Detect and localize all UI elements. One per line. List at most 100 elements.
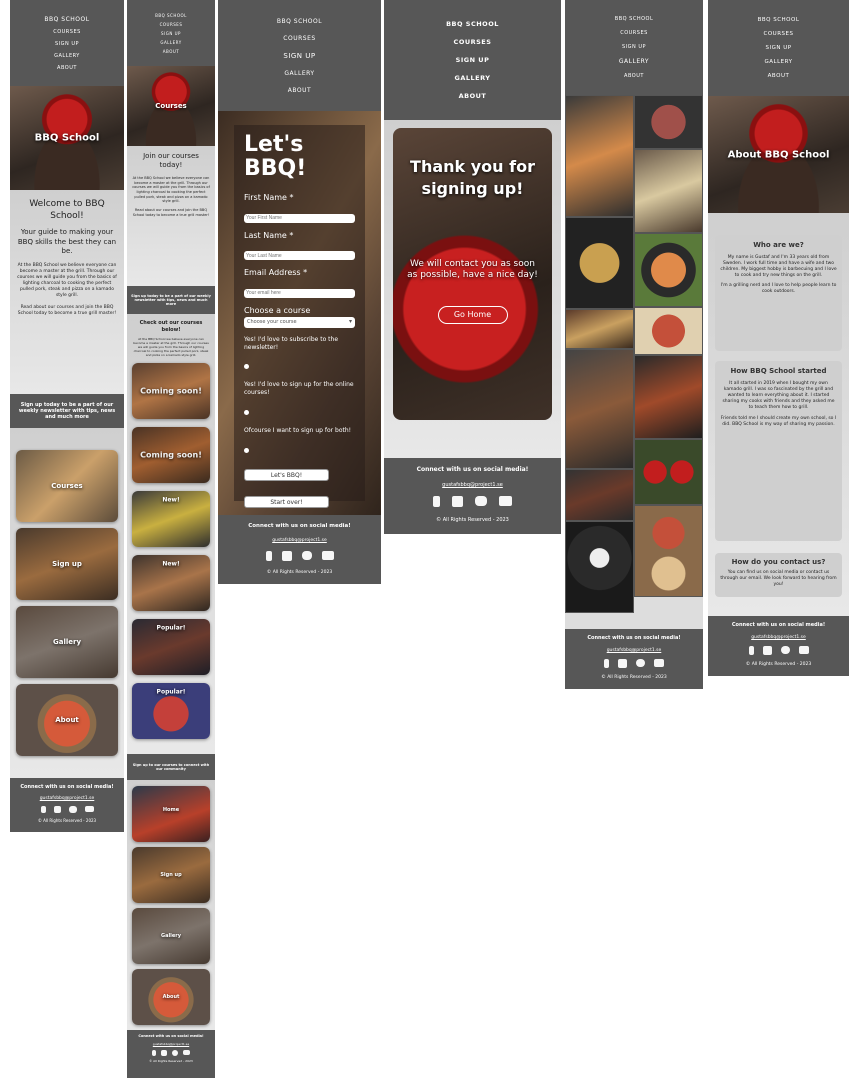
footer-email[interactable]: gustafsbbq@project1.se [10,796,124,801]
facebook-icon[interactable] [265,551,272,561]
newsletter-radio[interactable] [244,364,249,370]
nav-gallery[interactable]: GALLERY [54,53,80,59]
nav-gallery[interactable]: GALLERY [284,70,314,77]
gallery-photo[interactable] [565,521,634,613]
youtube-icon[interactable] [183,1050,190,1055]
facebook-icon[interactable] [604,659,609,668]
nav-about[interactable]: ABOUT [624,73,644,79]
gallery-photo[interactable] [565,95,634,217]
gallery-photo[interactable] [634,149,703,233]
course-tile-3[interactable]: New! [132,490,210,547]
youtube-icon[interactable] [798,646,809,654]
instagram-icon[interactable] [281,551,292,561]
gallery-photo[interactable] [565,469,634,521]
nav-courses[interactable]: COURSES [764,31,794,37]
footer-email[interactable]: gustafsbbq@project1.se [384,482,561,488]
nav-brand[interactable]: BBQ SCHOOL [44,16,89,23]
nav-signup[interactable]: SIGN UP [765,45,791,51]
tile-about[interactable]: About [16,684,118,756]
gallery-photo[interactable] [565,349,634,469]
link-signup[interactable]: Sign up [132,847,210,903]
nav-signup[interactable]: SIGN UP [283,52,315,60]
twitter-icon[interactable] [780,646,790,654]
nav-gallery[interactable]: GALLERY [455,74,491,82]
course-tile-6[interactable]: Popular! [132,682,210,739]
nav-about[interactable]: ABOUT [459,92,487,100]
instagram-icon[interactable] [762,646,772,655]
gallery-photo[interactable] [634,439,703,505]
email-input[interactable] [244,288,355,298]
courses-radio[interactable] [244,410,249,416]
newsletter-band[interactable]: Sign up today to be a part of our weekly… [10,394,124,428]
nav-signup[interactable]: SIGN UP [161,31,181,36]
nav-brand[interactable]: BBQ SCHOOL [155,13,187,18]
course-select[interactable]: Choose your course ▾ [244,316,355,328]
nav-brand[interactable]: BBQ SCHOOL [615,16,653,22]
instagram-icon[interactable] [618,659,627,668]
tile-gallery[interactable]: Gallery [16,606,118,678]
facebook-icon[interactable] [40,806,46,813]
course-tile-5[interactable]: Popular! [132,618,210,675]
twitter-icon[interactable] [301,551,312,560]
tile-courses[interactable]: Courses [16,450,118,522]
gallery-photo[interactable] [634,307,703,355]
nav-gallery[interactable]: GALLERY [619,58,649,65]
gallery-photo[interactable] [634,355,703,439]
link-home[interactable]: Home [132,786,210,842]
first-name-input[interactable] [244,213,355,223]
youtube-icon[interactable] [321,551,334,560]
nav-about[interactable]: ABOUT [768,73,790,79]
facebook-icon[interactable] [433,496,440,507]
gallery-photo[interactable] [565,217,634,309]
link-about[interactable]: About [132,969,210,1025]
instagram-icon[interactable] [53,806,61,813]
facebook-icon[interactable] [748,646,754,655]
nav-brand[interactable]: BBQ SCHOOL [758,17,800,23]
gallery-photo[interactable] [634,95,703,149]
nav-about[interactable]: ABOUT [57,65,77,71]
nav-about[interactable]: ABOUT [288,87,311,94]
gallery-photo[interactable] [634,505,703,597]
nav-courses[interactable]: COURSES [160,22,183,27]
course-tile-1[interactable]: Coming soon! [132,362,210,419]
course-tile-2[interactable]: Coming soon! [132,426,210,483]
nav-courses[interactable]: COURSES [283,35,315,42]
nav-signup[interactable]: SIGN UP [622,44,646,50]
link-gallery[interactable]: Gallery [132,908,210,964]
submit-button[interactable]: Let's BBQ! [244,468,329,481]
both-radio[interactable] [244,447,249,453]
youtube-icon[interactable] [84,806,94,812]
facebook-icon[interactable] [152,1050,156,1056]
youtube-icon[interactable] [499,496,512,506]
tile-signup[interactable]: Sign up [16,528,118,600]
footer-email[interactable]: gustafsbbq@project1.se [218,538,381,543]
course-tile-4[interactable]: New! [132,554,210,611]
nav-courses[interactable]: COURSES [620,30,648,36]
who-card: Who are we? My name is Gustaf and I'm 33… [715,235,842,351]
last-name-input[interactable] [244,251,355,261]
reset-button[interactable]: Start over! [244,495,329,508]
nav-courses[interactable]: COURSES [454,38,492,46]
go-home-button[interactable]: Go Home [437,306,508,325]
footer-email[interactable]: gustafsbbq@project1.se [127,1042,215,1046]
instagram-icon[interactable] [161,1050,167,1056]
newsletter-band[interactable]: Sign up today to be a part of our weekly… [127,286,215,314]
nav-brand[interactable]: BBQ SCHOOL [446,20,499,28]
footer-email[interactable]: gustafsbbq@project1.se [708,635,849,640]
nav-about[interactable]: ABOUT [163,49,179,54]
gallery-photo[interactable] [565,309,634,349]
nav-courses[interactable]: COURSES [53,29,81,35]
gallery-photo[interactable] [634,233,703,307]
nav-signup[interactable]: SIGN UP [456,56,490,64]
twitter-icon[interactable] [68,806,77,813]
nav-gallery[interactable]: GALLERY [160,40,181,45]
twitter-icon[interactable] [172,1050,178,1056]
instagram-icon[interactable] [452,496,463,507]
twitter-icon[interactable] [475,496,487,506]
nav-gallery[interactable]: GALLERY [765,59,793,65]
nav-brand[interactable]: BBQ SCHOOL [277,18,322,25]
twitter-icon[interactable] [636,659,645,667]
footer-email[interactable]: gustafsbbq@project1.se [565,648,703,653]
nav-signup[interactable]: SIGN UP [55,41,79,47]
youtube-icon[interactable] [654,659,664,667]
